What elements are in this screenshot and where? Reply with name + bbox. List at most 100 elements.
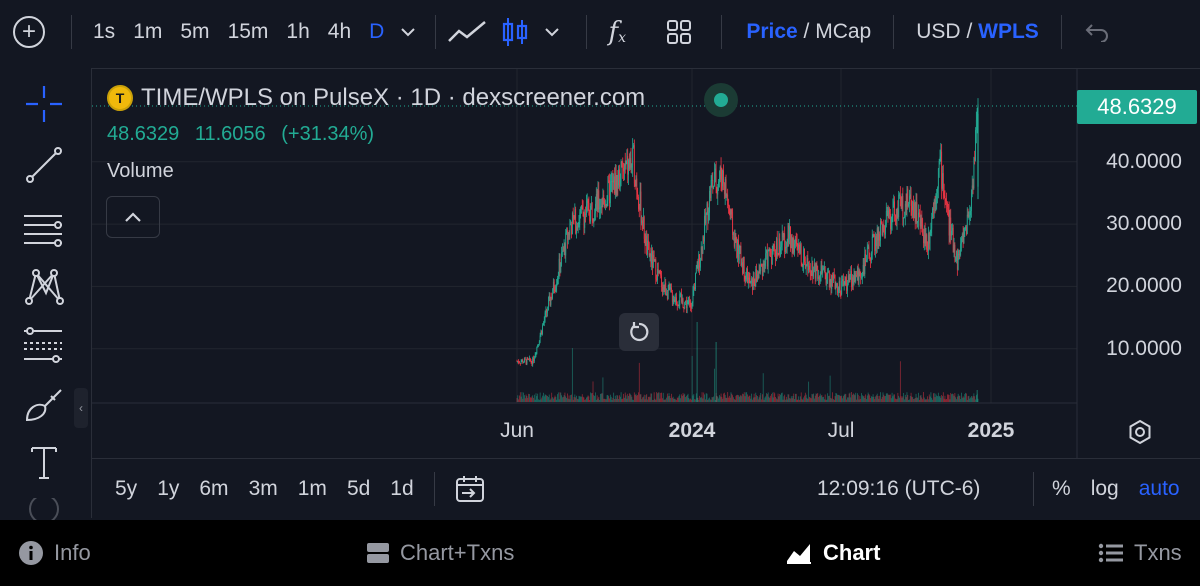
range-5d[interactable]: 5d xyxy=(337,477,380,501)
undo-icon[interactable] xyxy=(1062,22,1132,42)
timeframe-d[interactable]: D xyxy=(360,20,393,44)
usd-toggle[interactable]: USD xyxy=(916,20,960,43)
chevron-down-icon[interactable] xyxy=(393,27,423,37)
brush-icon[interactable] xyxy=(22,384,66,428)
candle-body xyxy=(695,267,697,274)
date-range-icon[interactable] xyxy=(445,474,495,504)
candle-body xyxy=(816,264,818,271)
timeframe-4h[interactable]: 4h xyxy=(319,20,360,44)
crosshair-icon[interactable] xyxy=(22,82,66,126)
range-6m[interactable]: 6m xyxy=(189,477,238,501)
percent-scale-toggle[interactable]: % xyxy=(1042,477,1081,501)
volume-bar xyxy=(754,397,756,402)
timeframe-1m[interactable]: 1m xyxy=(124,20,171,44)
volume-bar xyxy=(581,394,583,402)
chart-pane[interactable]: T TIME/WPLS on PulseX · 1D · dexscreener… xyxy=(91,68,1200,518)
candle-body xyxy=(792,237,794,253)
candle-body xyxy=(665,282,667,295)
range-5y[interactable]: 5y xyxy=(105,477,147,501)
volume-bar xyxy=(813,393,814,402)
volume-bar xyxy=(588,396,590,402)
log-scale-toggle[interactable]: log xyxy=(1081,477,1129,501)
timeframe-5m[interactable]: 5m xyxy=(171,20,218,44)
volume-bar xyxy=(541,397,543,402)
candle-body xyxy=(714,168,716,172)
price-toggle[interactable]: Price xyxy=(746,20,797,43)
chevron-down-icon[interactable] xyxy=(532,27,572,37)
trend-line-icon[interactable] xyxy=(22,143,66,187)
y-axis-tick: 20.0000 xyxy=(1106,274,1182,297)
plus-circle-icon[interactable]: + xyxy=(13,16,45,48)
nav-info[interactable]: Info xyxy=(18,540,91,566)
candle-body xyxy=(938,160,940,169)
candle-body xyxy=(552,281,554,294)
volume-bar xyxy=(601,393,603,402)
candle-body xyxy=(873,234,875,237)
candle-body xyxy=(606,200,608,207)
volume-bar xyxy=(618,399,620,402)
candle-body xyxy=(616,175,618,195)
text-tool-icon[interactable] xyxy=(22,440,66,484)
volume-bar xyxy=(639,394,641,402)
nav-chart[interactable]: Chart xyxy=(785,540,880,566)
candle-body xyxy=(704,215,706,224)
volume-bar xyxy=(719,395,720,402)
volume-bar xyxy=(542,395,544,402)
volume-bar xyxy=(928,394,930,402)
volume-bar xyxy=(523,392,525,402)
candle-body xyxy=(563,243,565,251)
chart-settings-icon[interactable] xyxy=(1125,417,1155,447)
range-3m[interactable]: 3m xyxy=(239,477,288,501)
candle-body xyxy=(913,201,914,219)
more-tools-icon[interactable] xyxy=(22,498,66,520)
volume-bar xyxy=(585,397,587,402)
candle-body xyxy=(884,231,886,235)
candle-body xyxy=(723,183,725,195)
candle-body xyxy=(607,180,609,201)
line-chart-icon[interactable] xyxy=(436,19,498,45)
candle-body xyxy=(538,341,540,345)
timeframe-15m[interactable]: 15m xyxy=(219,20,278,44)
candle-body xyxy=(747,277,749,283)
range-1d[interactable]: 1d xyxy=(380,477,423,501)
volume-bar xyxy=(784,394,786,402)
timeframe-1h[interactable]: 1h xyxy=(277,20,318,44)
nav-chart-txns[interactable]: Chart+Txns xyxy=(366,540,514,566)
candle-body xyxy=(899,194,900,196)
reset-chart-button[interactable] xyxy=(619,313,659,351)
prediction-icon[interactable] xyxy=(22,323,66,367)
volume-bar xyxy=(899,361,901,402)
layouts-grid-icon[interactable] xyxy=(647,19,711,45)
collapse-legend-button[interactable] xyxy=(106,196,160,238)
chevron-left-icon[interactable]: ‹ xyxy=(74,388,88,428)
range-1y[interactable]: 1y xyxy=(147,477,189,501)
volume-bar xyxy=(755,392,757,402)
volume-bar xyxy=(866,395,868,402)
candle-body xyxy=(752,276,754,290)
volume-bar xyxy=(790,396,792,402)
mcap-toggle[interactable]: MCap xyxy=(815,20,871,43)
currency-toggle[interactable]: USD / WPLS xyxy=(916,20,1039,44)
clock-timezone[interactable]: 12:09:16 (UTC-6) xyxy=(817,477,980,501)
candle-body xyxy=(750,282,752,284)
candle-body xyxy=(669,284,671,289)
candle-body xyxy=(823,268,824,270)
candle-body xyxy=(786,242,788,248)
price-mcap-toggle[interactable]: Price / MCap xyxy=(746,20,871,44)
indicators-fx-icon[interactable]: fx xyxy=(587,17,647,47)
pattern-icon[interactable] xyxy=(22,265,66,309)
volume-bar xyxy=(631,396,633,402)
candlestick-icon[interactable] xyxy=(498,16,532,48)
range-1m[interactable]: 1m xyxy=(288,477,337,501)
volume-bar xyxy=(651,393,653,402)
volume-bar xyxy=(728,397,729,402)
nav-txns[interactable]: Txns xyxy=(1098,540,1182,566)
volume-bar xyxy=(748,395,750,402)
volume-bar xyxy=(799,399,800,402)
volume-bar xyxy=(745,392,747,402)
candle-body xyxy=(812,262,814,277)
fib-retracement-icon[interactable] xyxy=(22,206,66,250)
wpls-toggle[interactable]: WPLS xyxy=(978,20,1039,43)
timeframe-1s[interactable]: 1s xyxy=(84,20,124,44)
auto-scale-toggle[interactable]: auto xyxy=(1129,477,1190,501)
